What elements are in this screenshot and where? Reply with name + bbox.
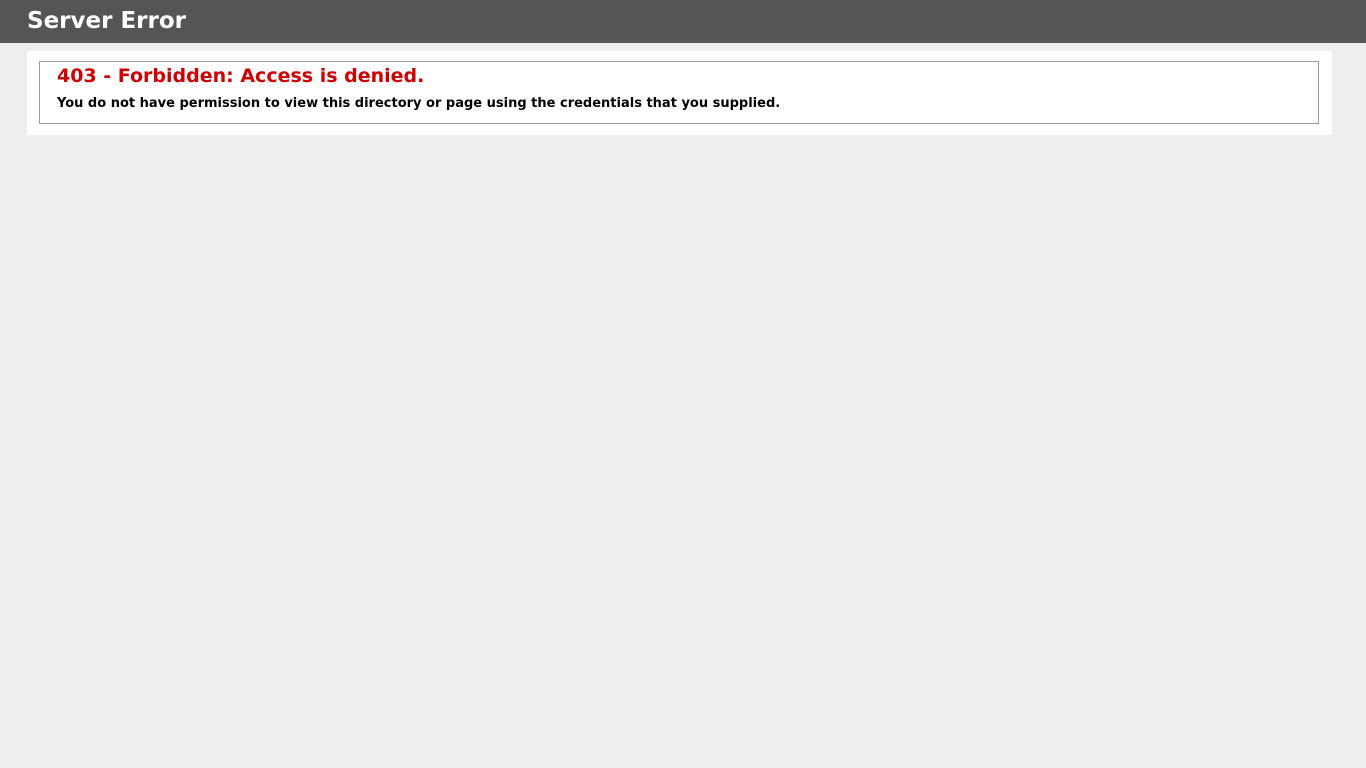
header-bar: Server Error [0,0,1366,43]
page-title: Server Error [27,8,186,34]
error-message: You do not have permission to view this … [57,96,781,111]
error-heading: 403 - Forbidden: Access is denied. [57,65,425,87]
error-box: 403 - Forbidden: Access is denied. You d… [39,61,1319,124]
content-panel: 403 - Forbidden: Access is denied. You d… [27,51,1332,135]
